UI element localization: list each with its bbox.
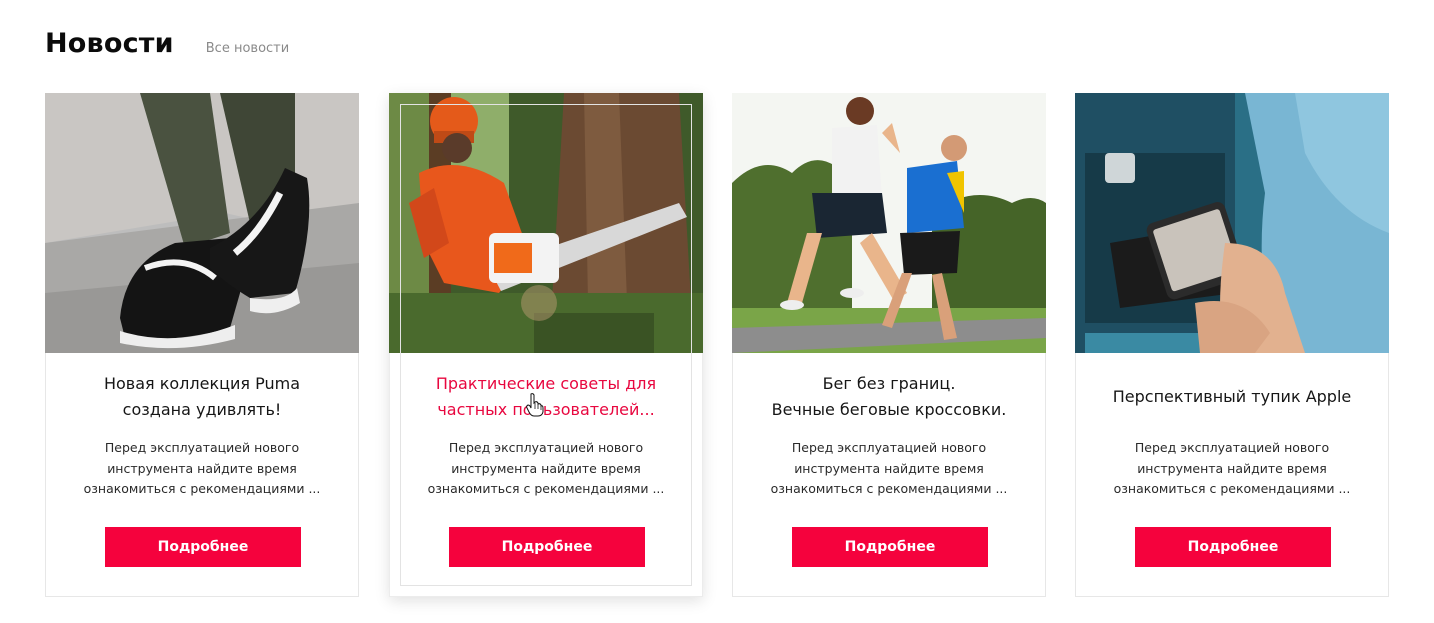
card-title[interactable]: Бег без границ. Вечные беговые кроссовки… [753, 371, 1025, 423]
news-header: Новости Все новости [45, 28, 289, 62]
hand-cursor-icon [526, 393, 544, 417]
news-card-apple[interactable]: Перспективный тупик Apple Перед эксплуат… [1075, 93, 1389, 597]
news-card-running[interactable]: Бег без границ. Вечные беговые кроссовки… [732, 93, 1046, 597]
puma-sneakers-photo [45, 93, 359, 353]
news-card-puma[interactable]: Новая коллекция Puma создана удивлять! П… [45, 93, 359, 597]
card-title[interactable]: Практические советы для частных пользова… [410, 371, 682, 423]
more-button[interactable]: Подробнее [1135, 527, 1331, 567]
card-excerpt: Перед эксплуатацией нового инструмента н… [427, 440, 665, 496]
news-card-chainsaw[interactable]: Практические советы для частных пользова… [389, 93, 703, 597]
card-excerpt: Перед эксплуатацией нового инструмента н… [1113, 440, 1351, 496]
card-image-puma[interactable] [45, 93, 359, 353]
card-title[interactable]: Новая коллекция Puma создана удивлять! [66, 371, 338, 423]
running-couple-photo [732, 93, 1046, 353]
page-title: Новости [45, 28, 174, 59]
card-title[interactable]: Перспективный тупик Apple [1096, 384, 1368, 410]
card-excerpt: Перед эксплуатацией нового инструмента н… [83, 440, 321, 496]
all-news-link[interactable]: Все новости [206, 41, 289, 56]
more-button[interactable]: Подробнее [449, 527, 645, 567]
card-image-apple[interactable] [1075, 93, 1389, 353]
smartphone-hands-photo [1075, 93, 1389, 353]
more-button[interactable]: Подробнее [105, 527, 301, 567]
card-image-chainsaw[interactable] [389, 93, 703, 353]
chainsaw-lumberjack-photo [389, 93, 703, 353]
card-excerpt: Перед эксплуатацией нового инструмента н… [770, 440, 1008, 496]
card-image-running[interactable] [732, 93, 1046, 353]
more-button[interactable]: Подробнее [792, 527, 988, 567]
